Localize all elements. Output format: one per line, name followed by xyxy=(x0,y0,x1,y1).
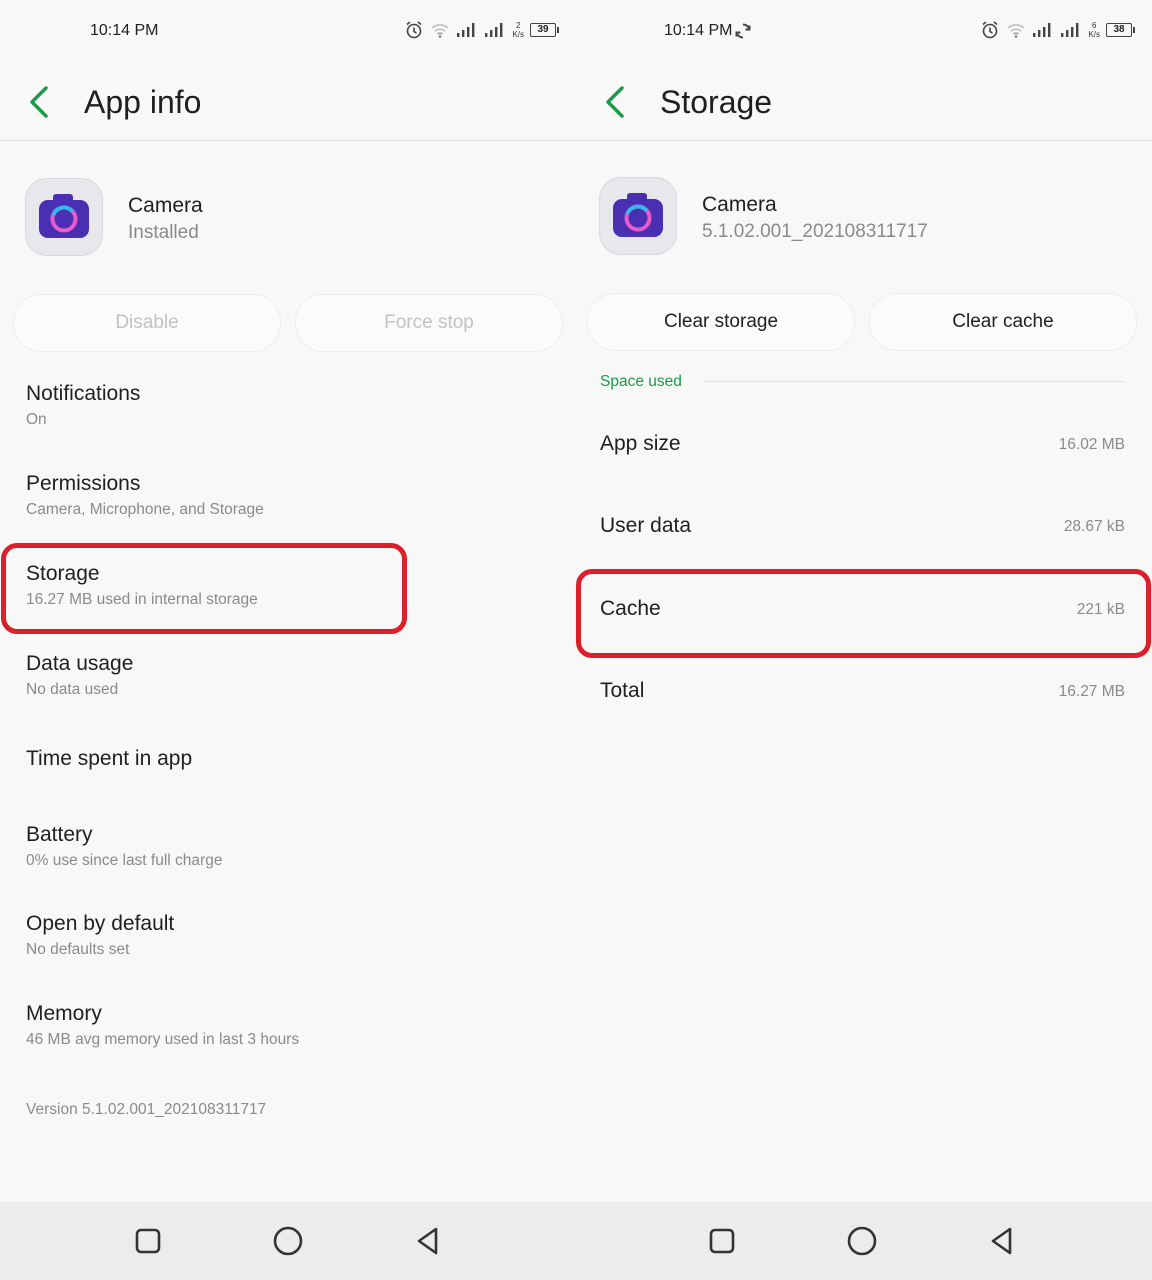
network-speed: 6 K/s xyxy=(1088,21,1100,39)
list-item-notifications[interactable]: Notifications On xyxy=(0,370,576,450)
list-item-memory[interactable]: Memory 46 MB avg memory used in last 3 h… xyxy=(0,991,576,1071)
status-time: 10:14 PM xyxy=(90,22,159,39)
app-info-screen: 10:14 PM 2 K/s 39 App info Camera Install… xyxy=(0,0,576,1280)
camera-app-icon xyxy=(599,177,677,255)
battery-icon: 38 xyxy=(1106,23,1135,37)
storage-row-cache: Cache 221 kB xyxy=(576,581,1152,641)
section-divider xyxy=(703,381,1125,382)
list-item-subtitle: 46 MB avg memory used in last 3 hours xyxy=(26,1031,300,1048)
list-item-subtitle: No defaults set xyxy=(26,941,130,958)
app-name: Camera xyxy=(128,194,203,217)
list-item-title: Permissions xyxy=(26,472,141,495)
clear-cache-button[interactable]: Clear cache xyxy=(869,293,1137,351)
sync-icon xyxy=(735,23,751,39)
list-item-title: Notifications xyxy=(26,382,141,405)
list-item-subtitle: On xyxy=(26,411,47,428)
disable-button[interactable]: Disable xyxy=(13,294,281,352)
section-label-space-used: Space used xyxy=(600,373,682,390)
navigation-bar xyxy=(576,1202,1152,1280)
home-icon[interactable] xyxy=(845,1224,879,1258)
storage-row-app-size: App size 16.02 MB xyxy=(576,416,1152,476)
list-item-subtitle: 0% use since last full charge xyxy=(26,852,223,869)
list-item-title: Memory xyxy=(26,1002,102,1025)
list-item-title: Battery xyxy=(26,823,93,846)
storage-row-value: 28.67 kB xyxy=(1063,518,1125,535)
back-icon[interactable] xyxy=(26,84,54,120)
alarm-icon xyxy=(982,21,998,39)
list-item-data-usage[interactable]: Data usage No data used xyxy=(0,640,576,720)
signal-icon xyxy=(485,23,503,37)
signal-icon xyxy=(457,23,475,37)
storage-row-value: 16.02 MB xyxy=(1058,436,1125,453)
app-version-label: 5.1.02.001_202108311717 xyxy=(702,221,928,242)
storage-row-user-data: User data 28.67 kB xyxy=(576,498,1152,558)
status-icons: 2 K/s 39 xyxy=(404,20,559,40)
back-triangle-icon[interactable] xyxy=(985,1224,1019,1258)
list-item-title: Data usage xyxy=(26,652,134,675)
app-name: Camera xyxy=(702,193,777,216)
signal-icon xyxy=(1033,23,1051,37)
list-item-permissions[interactable]: Permissions Camera, Microphone, and Stor… xyxy=(0,460,576,540)
back-icon[interactable] xyxy=(602,84,630,120)
storage-row-value: 221 kB xyxy=(1076,601,1125,618)
alarm-icon xyxy=(406,21,422,39)
list-item-battery[interactable]: Battery 0% use since last full charge xyxy=(0,812,576,892)
back-triangle-icon[interactable] xyxy=(411,1224,445,1258)
page-title: Storage xyxy=(660,84,773,120)
storage-screen: 10:14 PM 6 K/s 38 Storage Camera 5.1.02.0… xyxy=(576,0,1152,1280)
status-bar: 10:14 PM 2 K/s 39 xyxy=(0,0,576,64)
network-speed: 2 K/s xyxy=(512,21,524,39)
recent-apps-icon[interactable] xyxy=(131,1224,165,1258)
force-stop-button[interactable]: Force stop xyxy=(295,294,563,352)
list-item-subtitle: No data used xyxy=(26,681,119,698)
home-icon[interactable] xyxy=(271,1224,305,1258)
status-icons: 6 K/s 38 xyxy=(980,20,1135,40)
storage-row-label: User data xyxy=(600,514,692,537)
app-header: Camera Installed xyxy=(0,178,576,258)
battery-icon: 39 xyxy=(530,23,559,37)
app-bar: App info xyxy=(0,64,576,141)
wifi-icon xyxy=(1007,24,1025,38)
list-item-storage[interactable]: Storage 16.27 MB used in internal storag… xyxy=(0,550,576,630)
app-header: Camera 5.1.02.001_202108311717 xyxy=(576,177,1152,257)
list-item-subtitle: 16.27 MB used in internal storage xyxy=(26,591,258,608)
wifi-icon xyxy=(431,24,449,38)
app-status: Installed xyxy=(128,222,199,243)
navigation-bar xyxy=(0,1202,576,1280)
app-bar: Storage xyxy=(576,64,1152,141)
list-item-title: Open by default xyxy=(26,912,175,935)
list-item-subtitle: Camera, Microphone, and Storage xyxy=(26,501,264,518)
status-bar: 10:14 PM 6 K/s 38 xyxy=(576,0,1152,64)
page-title: App info xyxy=(84,84,202,120)
list-item-title: Time spent in app xyxy=(26,747,193,770)
signal-icon xyxy=(1061,23,1079,37)
list-item-title: Storage xyxy=(26,562,100,585)
storage-row-value: 16.27 MB xyxy=(1058,683,1125,700)
storage-row-label: Total xyxy=(600,679,645,702)
camera-app-icon xyxy=(25,178,103,256)
storage-row-label: Cache xyxy=(600,597,661,620)
clear-storage-button[interactable]: Clear storage xyxy=(587,293,855,351)
recent-apps-icon[interactable] xyxy=(705,1224,739,1258)
app-version: Version 5.1.02.001_202108311717 xyxy=(26,1101,267,1118)
status-time: 10:14 PM xyxy=(664,22,733,39)
storage-row-label: App size xyxy=(600,432,681,455)
list-item-time-spent[interactable]: Time spent in app xyxy=(0,730,576,800)
storage-row-total: Total 16.27 MB xyxy=(576,663,1152,723)
list-item-open-by-default[interactable]: Open by default No defaults set xyxy=(0,901,576,981)
